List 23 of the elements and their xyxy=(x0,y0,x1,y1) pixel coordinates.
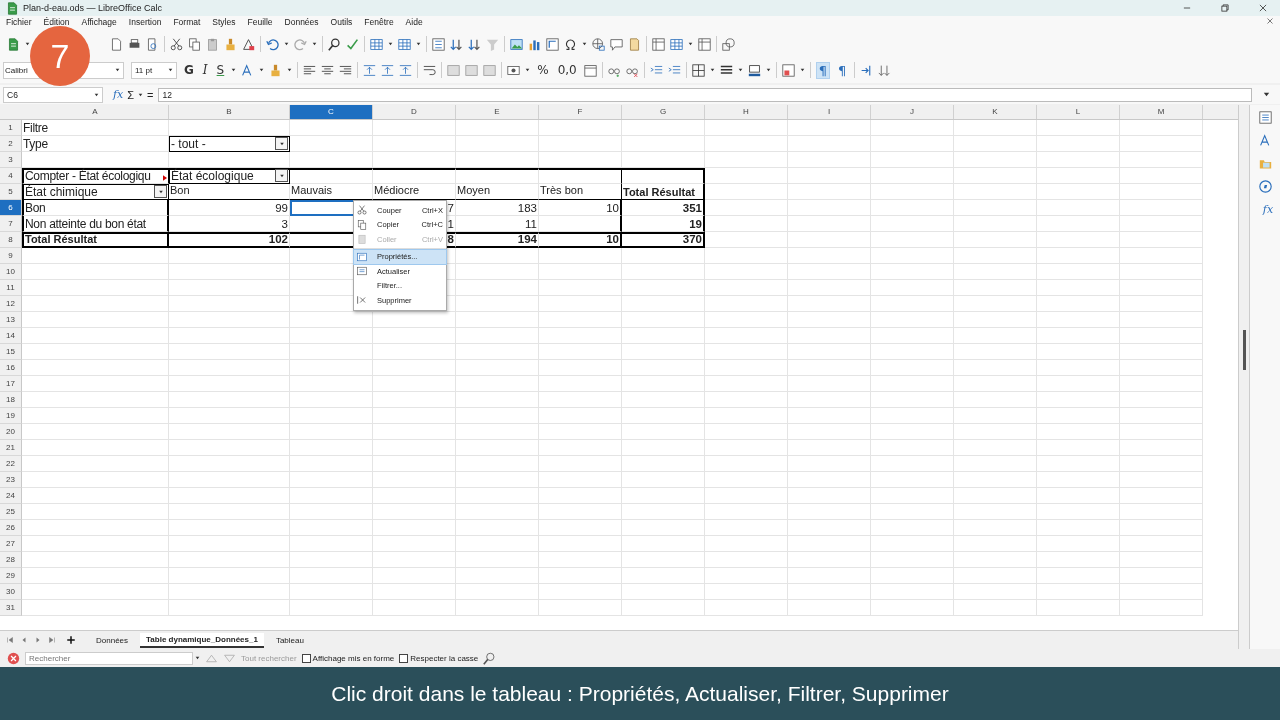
table-cell: 194 xyxy=(456,232,539,248)
table-cell: 102 xyxy=(169,232,290,248)
table-cell: Total Résultat xyxy=(622,184,705,200)
table-cell: 351 xyxy=(622,200,705,216)
table-cell: 99 xyxy=(169,200,290,216)
table-cell: Non atteinte du bon état xyxy=(22,216,169,232)
table-cell: Bon xyxy=(169,184,290,200)
table-cell: Total Résultat xyxy=(22,232,169,248)
table-cell: 10 xyxy=(539,232,622,248)
table-cell: 183 xyxy=(456,200,539,216)
table-cell: 3 xyxy=(169,216,290,232)
window-title: Plan-d-eau.ods — LibreOffice Calc xyxy=(23,3,162,13)
table-cell: Type xyxy=(22,136,169,152)
table-cell: 370 xyxy=(622,232,705,248)
table-cell: Filtre xyxy=(22,120,169,136)
table-cell: 10 xyxy=(539,200,622,216)
table-cell: Moyen xyxy=(456,184,539,200)
caption-text: Clic droit dans le tableau : Propriétés, Actualiser, Filtrer, Supprimer xyxy=(331,681,949,706)
table-cell: 11 xyxy=(456,216,539,232)
table-cell: Compter - État écologiqu xyxy=(22,168,169,184)
table-cell: Bon xyxy=(22,200,169,216)
table-cell: Très bon xyxy=(539,184,622,200)
table-cell: 19 xyxy=(622,216,705,232)
